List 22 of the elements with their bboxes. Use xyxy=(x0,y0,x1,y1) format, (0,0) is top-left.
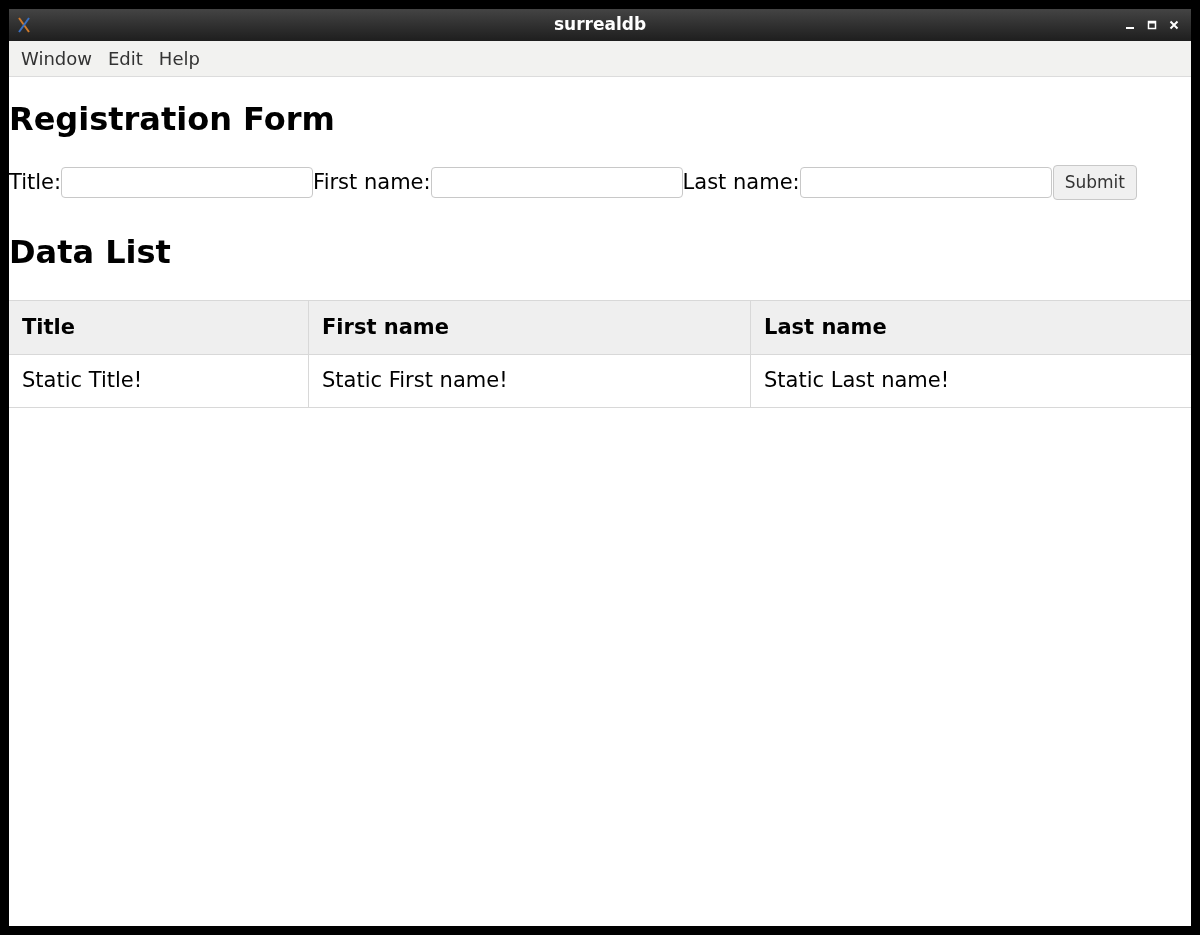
input-field[interactable] xyxy=(799,167,1052,198)
column-header: Last name xyxy=(750,301,1191,354)
window-title: surrealdb xyxy=(553,13,647,37)
input-field[interactable] xyxy=(61,167,314,198)
table-cell: Static Last name! xyxy=(750,355,1191,407)
form-heading: Registration Form xyxy=(9,103,336,135)
field-label: First name: xyxy=(313,168,431,196)
column-header: Title xyxy=(21,313,76,341)
menu-item[interactable]: Window xyxy=(13,45,100,72)
menu-item[interactable]: Help xyxy=(150,45,208,72)
app-logo-icon xyxy=(17,17,31,33)
list-heading: Data List xyxy=(9,236,172,268)
maximize-icon[interactable] xyxy=(1147,20,1157,30)
table-cell-text: Static Title! xyxy=(21,367,144,395)
field-label: Title: xyxy=(9,168,62,196)
column-header: First name xyxy=(308,301,750,354)
menu-item[interactable]: Edit xyxy=(100,45,151,72)
submit-button[interactable]: Submit xyxy=(1052,165,1137,200)
table-cell: Static First name! xyxy=(308,355,750,407)
close-icon[interactable] xyxy=(1169,20,1179,30)
field-label: Last name: xyxy=(682,168,800,196)
input-field[interactable] xyxy=(430,167,683,198)
